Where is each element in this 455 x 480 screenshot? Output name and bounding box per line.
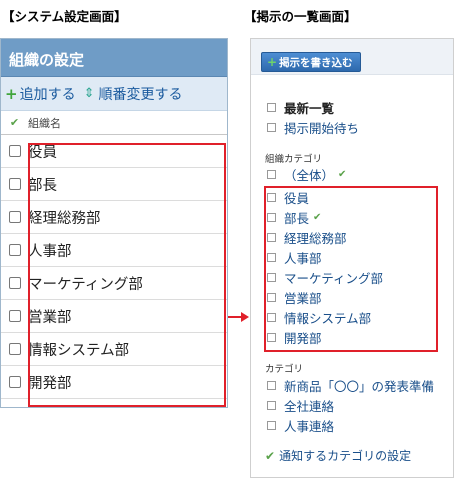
row-checkbox[interactable] [8, 145, 21, 157]
row-checkbox[interactable] [8, 310, 21, 322]
top-menu: 最新一覧 掲示開始待ち [251, 97, 453, 137]
folder-icon [267, 169, 276, 179]
folder-icon [267, 122, 276, 132]
org-list: 役員 部長 経理総務部 人事部 マーケティング部 営業部 情報システム部 開発部 [1, 135, 227, 399]
plus-icon: + [267, 55, 278, 69]
org-row: 部長 [1, 168, 227, 201]
folder-icon [267, 212, 276, 222]
org-name: 営業部 [28, 309, 72, 326]
org-name: 情報システム部 [28, 342, 130, 359]
plus-icon: + [5, 84, 18, 103]
folder-icon [267, 380, 276, 390]
org-name: 開発部 [28, 375, 72, 392]
add-button[interactable]: + 追加する [5, 84, 76, 104]
org-category-items: 役員 部長 ✔ 経理総務部 人事部 マーケティング部 営業部 情報システム部 開発… [251, 187, 453, 347]
column-header-row: ✔ 組織名 [1, 111, 227, 135]
reorder-button[interactable]: ⇕ 順番変更する [84, 84, 183, 104]
arrow-right-icon [241, 312, 249, 322]
category-label: カテゴリ [265, 364, 304, 375]
org-category-all[interactable]: （全体） ✔ [267, 165, 453, 183]
org-row: 役員 [1, 135, 227, 168]
folder-icon [267, 400, 276, 410]
org-category-item[interactable]: マーケティング部 [267, 267, 453, 287]
row-checkbox[interactable] [8, 376, 21, 388]
org-category-label: 組織カテゴリ [265, 154, 323, 165]
org-toolbar: + 追加する ⇕ 順番変更する [1, 77, 227, 111]
check-icon: ✔ [313, 211, 322, 223]
org-row: 開発部 [1, 366, 227, 399]
column-header-org-name: 組織名 [28, 116, 61, 130]
org-category-item[interactable]: 開発部 [267, 327, 453, 347]
add-button-label: 追加する [19, 86, 76, 103]
org-category-list: （全体） ✔ [251, 165, 453, 183]
select-all-check-icon[interactable]: ✔ [1, 116, 28, 129]
org-name: 部長 [28, 177, 57, 194]
org-category-item[interactable]: 営業部 [267, 287, 453, 307]
post-bulletin-label: 掲示を書き込む [279, 56, 353, 69]
up-down-arrow-icon: ⇕ [83, 86, 95, 101]
row-checkbox[interactable] [8, 277, 21, 289]
menu-pending[interactable]: 掲示開始待ち [267, 117, 453, 137]
org-name: 役員 [28, 144, 57, 161]
row-checkbox[interactable] [8, 244, 21, 256]
check-icon: ✔ [265, 448, 276, 463]
org-row: 人事部 [1, 234, 227, 267]
org-category-item[interactable]: 役員 [267, 187, 453, 207]
org-category-item[interactable]: 部長 ✔ [267, 207, 453, 227]
org-settings-panel: 組織の設定 + 追加する ⇕ 順番変更する ✔ 組織名 役員 部長 経理総務部 … [0, 38, 228, 408]
folder-icon [267, 232, 276, 242]
folder-icon [267, 192, 276, 202]
menu-latest[interactable]: 最新一覧 [267, 97, 453, 117]
folder-icon [267, 332, 276, 342]
folder-icon [267, 102, 276, 112]
org-category-item[interactable]: 人事部 [267, 247, 453, 267]
caption-bulletin-list: 【掲示の一覧画面】 [244, 9, 357, 24]
category-list: 新商品「〇〇」の発表準備 全社連絡 人事連絡 [251, 375, 453, 435]
notify-category-settings-link[interactable]: ✔ 通知するカテゴリの設定 [265, 447, 453, 464]
row-checkbox[interactable] [8, 343, 21, 355]
folder-icon [267, 252, 276, 262]
folder-icon [267, 292, 276, 302]
folder-icon [267, 420, 276, 430]
category-item[interactable]: 全社連絡 [267, 395, 453, 415]
org-row: 経理総務部 [1, 201, 227, 234]
org-settings-title: 組織の設定 [1, 39, 227, 77]
org-category-item[interactable]: 経理総務部 [267, 227, 453, 247]
org-name: 経理総務部 [28, 210, 101, 227]
bulletin-toolbar: + 掲示を書き込む [251, 39, 453, 75]
post-bulletin-button[interactable]: + 掲示を書き込む [261, 52, 361, 72]
row-checkbox[interactable] [8, 211, 21, 223]
check-icon: ✔ [338, 168, 347, 180]
folder-icon [267, 312, 276, 322]
org-category-item[interactable]: 情報システム部 [267, 307, 453, 327]
org-name: 人事部 [28, 243, 72, 260]
bulletin-list-panel: + 掲示を書き込む 最新一覧 掲示開始待ち 組織カテゴリ （全体） ✔ 役員 部長… [250, 38, 454, 478]
folder-icon [267, 272, 276, 282]
org-row: マーケティング部 [1, 267, 227, 300]
org-row: 営業部 [1, 300, 227, 333]
caption-system-settings: 【システム設定画面】 [2, 9, 127, 24]
connector-arrow-line [228, 316, 242, 318]
category-item[interactable]: 新商品「〇〇」の発表準備 [267, 375, 453, 395]
reorder-button-label: 順番変更する [98, 86, 183, 103]
org-row: 情報システム部 [1, 333, 227, 366]
org-name: マーケティング部 [28, 276, 143, 293]
category-item[interactable]: 人事連絡 [267, 415, 453, 435]
notify-category-settings-label: 通知するカテゴリの設定 [279, 449, 412, 463]
row-checkbox[interactable] [8, 178, 21, 190]
